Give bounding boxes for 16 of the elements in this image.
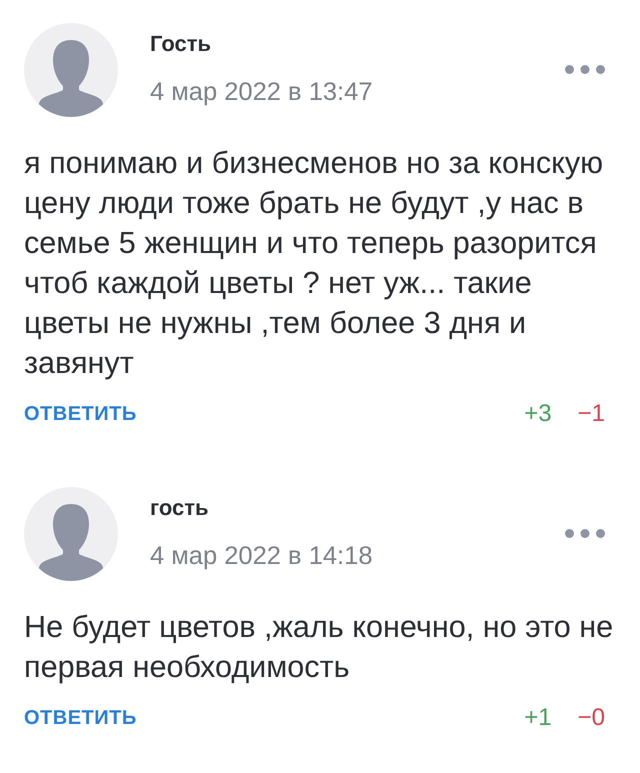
comment-date: 4 мар 2022 в 13:47	[150, 77, 373, 107]
upvote-count[interactable]: +1	[524, 706, 552, 730]
reply-button[interactable]: ОТВЕТИТЬ	[24, 706, 137, 730]
more-options-icon[interactable]	[565, 64, 605, 74]
comment-text: я понимаю и бизнесменов но за конскую цену люди тоже брать не будут ,у нас в семье 5 женщин и что теперь разорится чтоб каждой цветы ? нет уж... такие цветы не нужны ,тем более 3 дня и завянут	[24, 145, 604, 382]
reply-button[interactable]: ОТВЕТИТЬ	[24, 402, 137, 426]
downvote-count[interactable]: −1	[578, 402, 605, 426]
comment-text: Не будет цветов ,жаль конечно, но это не первая необходимость	[24, 609, 614, 686]
more-options-icon[interactable]	[565, 528, 605, 538]
avatar-silhouette-icon	[24, 23, 118, 117]
downvote-count[interactable]: −0	[578, 706, 605, 730]
avatar-silhouette-icon	[24, 487, 118, 581]
author-name: гость	[150, 494, 209, 522]
author-name: Гость	[150, 30, 212, 58]
comment-date: 4 мар 2022 в 14:18	[150, 541, 373, 571]
upvote-count[interactable]: +3	[524, 402, 552, 426]
